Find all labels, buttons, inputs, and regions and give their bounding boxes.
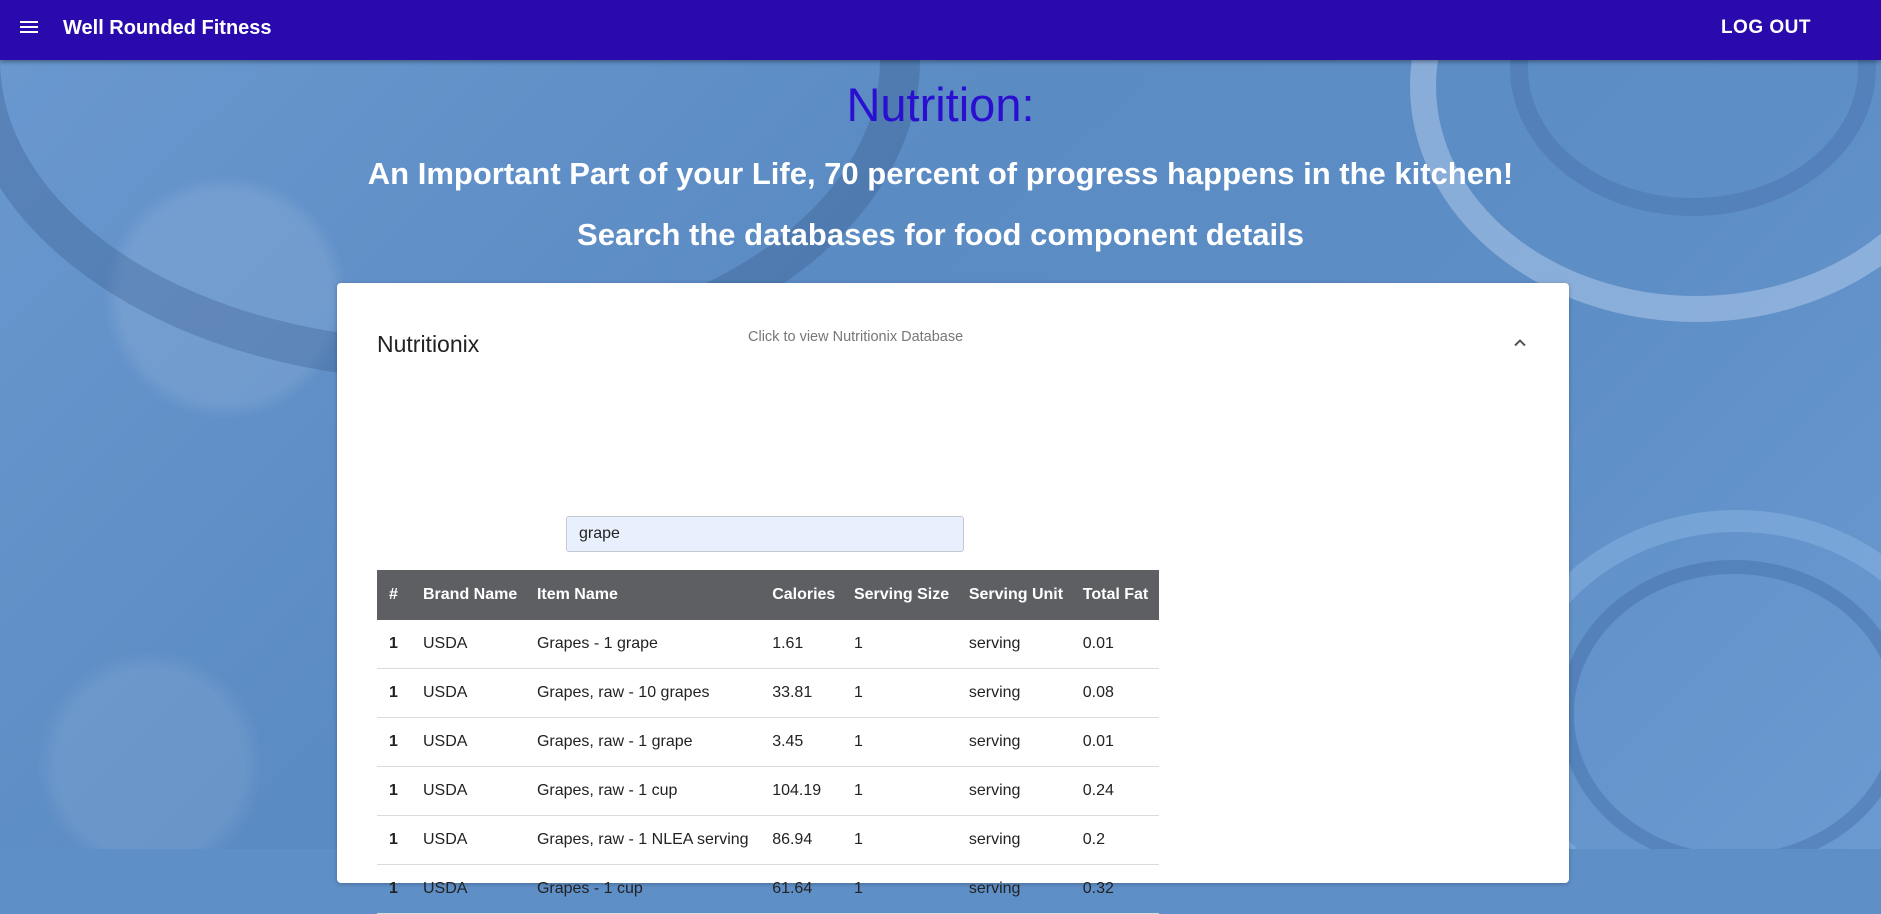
- item-cell: Grapes - 1 cup: [528, 864, 765, 914]
- panel-hint: Click to view Nutritionix Database: [748, 329, 964, 345]
- item-cell: Grapes, raw - 10 grapes: [528, 668, 765, 718]
- column-header[interactable]: Serving Size: [845, 570, 961, 620]
- serving-size-cell: 1: [845, 815, 961, 865]
- calories-cell: 1.61: [764, 620, 846, 669]
- total-fat-cell: 0.24: [1074, 766, 1159, 816]
- row-number: 1: [377, 815, 415, 865]
- panel-header[interactable]: Nutritionix Click to view Nutritionix Da…: [337, 283, 1569, 403]
- table-header-row: # Brand Name Item Name Calories Serving …: [377, 570, 1159, 620]
- serving-unit-cell: serving: [960, 620, 1075, 669]
- app-title: Well Rounded Fitness: [63, 17, 272, 39]
- serving-unit-cell: serving: [960, 717, 1075, 767]
- brand-cell: USDA: [415, 717, 529, 767]
- calories-cell: 104.19: [764, 766, 846, 816]
- app-bar: Well Rounded Fitness LOG OUT: [0, 0, 1881, 60]
- item-cell: Grapes, raw - 1 grape: [528, 717, 765, 767]
- serving-unit-cell: serving: [960, 864, 1075, 914]
- page-instructions: Search the databases for food component …: [577, 217, 1304, 252]
- main-content: Nutrition: An Important Part of your Lif…: [0, 60, 1881, 914]
- chevron-up-icon[interactable]: [1510, 333, 1530, 353]
- calories-cell: 61.64: [764, 864, 846, 914]
- calories-cell: 33.81: [764, 668, 846, 718]
- calories-cell: 3.45: [764, 717, 846, 767]
- item-cell: Grapes, raw - 1 cup: [528, 766, 765, 816]
- total-fat-cell: 0.08: [1074, 668, 1159, 718]
- brand-cell: USDA: [415, 766, 529, 816]
- table-row[interactable]: 1 USDA Grapes - 1 cup 61.64 1 serving 0.…: [377, 864, 1159, 914]
- brand-cell: USDA: [415, 815, 529, 865]
- column-header[interactable]: Serving Unit: [960, 570, 1075, 620]
- total-fat-cell: 0.01: [1074, 717, 1159, 767]
- serving-size-cell: 1: [845, 620, 961, 669]
- column-header[interactable]: Calories: [764, 570, 846, 620]
- serving-unit-cell: serving: [960, 668, 1075, 718]
- total-fat-cell: 0.32: [1074, 864, 1159, 914]
- serving-size-cell: 1: [845, 668, 961, 718]
- item-cell: Grapes - 1 grape: [528, 620, 765, 669]
- item-cell: Grapes, raw - 1 NLEA serving: [528, 815, 765, 865]
- row-number: 1: [377, 668, 415, 718]
- brand-cell: USDA: [415, 864, 529, 914]
- results-table: # Brand Name Item Name Calories Serving …: [377, 570, 1159, 914]
- column-header[interactable]: Item Name: [528, 570, 765, 620]
- row-number: 1: [377, 717, 415, 767]
- brand-cell: USDA: [415, 668, 529, 718]
- row-number: 1: [377, 766, 415, 816]
- serving-size-cell: 1: [845, 717, 961, 767]
- menu-icon[interactable]: [20, 18, 42, 36]
- search-input[interactable]: [566, 516, 964, 552]
- serving-size-cell: 1: [845, 864, 961, 914]
- logout-button[interactable]: LOG OUT: [1721, 17, 1811, 39]
- row-number: 1: [377, 864, 415, 914]
- serving-unit-cell: serving: [960, 815, 1075, 865]
- brand-cell: USDA: [415, 620, 529, 669]
- table-row[interactable]: 1 USDA Grapes - 1 grape 1.61 1 serving 0…: [377, 620, 1159, 669]
- serving-unit-cell: serving: [960, 766, 1075, 816]
- column-header[interactable]: #: [377, 570, 415, 620]
- column-header[interactable]: Brand Name: [415, 570, 529, 620]
- row-number: 1: [377, 620, 415, 669]
- total-fat-cell: 0.01: [1074, 620, 1159, 669]
- table-row[interactable]: 1 USDA Grapes, raw - 1 NLEA serving 86.9…: [377, 815, 1159, 865]
- column-header[interactable]: Total Fat: [1074, 570, 1159, 620]
- serving-size-cell: 1: [845, 766, 961, 816]
- table-row[interactable]: 1 USDA Grapes, raw - 1 grape 3.45 1 serv…: [377, 717, 1159, 767]
- table-row[interactable]: 1 USDA Grapes, raw - 1 cup 104.19 1 serv…: [377, 766, 1159, 816]
- panel-title: Nutritionix: [377, 331, 480, 357]
- calories-cell: 86.94: [764, 815, 846, 865]
- nutritionix-panel: Nutritionix Click to view Nutritionix Da…: [337, 283, 1569, 914]
- page-subtitle: An Important Part of your Life, 70 perce…: [367, 156, 1514, 191]
- page-title: Nutrition:: [846, 78, 1035, 131]
- table-row[interactable]: 1 USDA Grapes, raw - 10 grapes 33.81 1 s…: [377, 668, 1159, 718]
- total-fat-cell: 0.2: [1074, 815, 1159, 865]
